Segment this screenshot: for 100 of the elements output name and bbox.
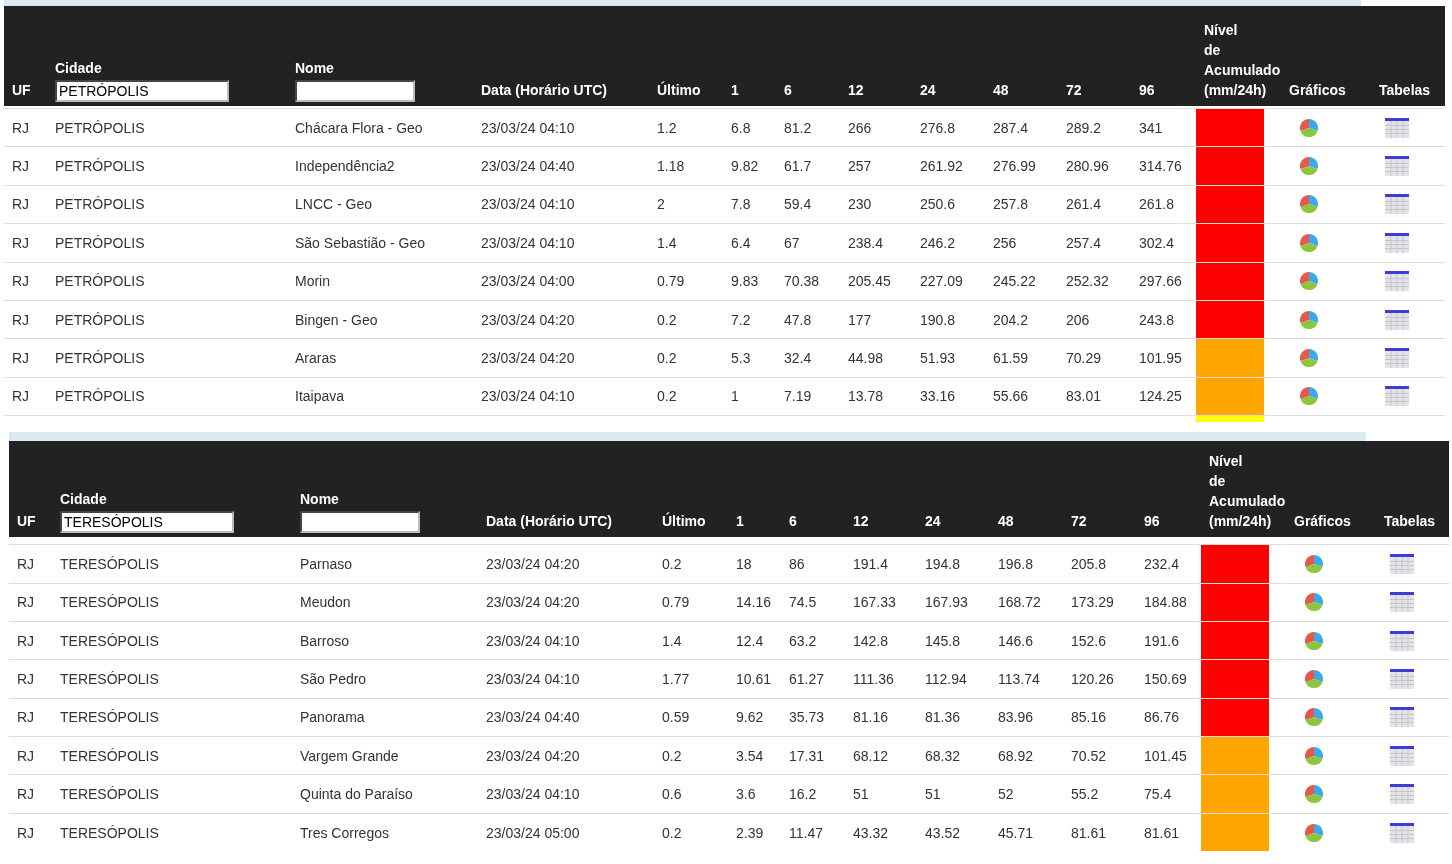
table-cell: 23/03/24 04:40 [486,709,580,726]
table-cell: 120.26 [1071,671,1114,687]
table-cell: 75.4 [1144,786,1172,803]
table-cell: 83.96 [998,709,1034,726]
table-cell: 124.25 [1139,388,1182,405]
table-cell: 257.8 [993,196,1029,213]
pie-chart-icon[interactable] [1299,156,1319,177]
table-icon[interactable] [1385,309,1409,330]
table-cell: RJ [12,196,30,213]
table-cell: 81.36 [925,709,961,726]
table-icon[interactable] [1385,194,1409,215]
table-cell: Tres Corregos [300,824,389,841]
table-icon[interactable] [1385,156,1409,177]
table-icon[interactable] [1385,386,1409,407]
pie-chart-icon[interactable] [1304,630,1324,651]
pie-chart-icon[interactable] [1304,822,1324,843]
table-cell: RJ [12,350,30,367]
filter-field[interactable] [300,511,420,534]
table-icon[interactable] [1390,669,1414,689]
table-cell: 257.4 [1066,234,1102,251]
pie-chart-icon[interactable] [1299,309,1319,330]
column-header: 72 [1071,512,1087,532]
table-cell: 113.74 [998,671,1040,687]
pie-chart-icon[interactable] [1299,271,1319,292]
table-cell: 45.71 [998,824,1034,841]
table-icon[interactable] [1390,630,1414,651]
table-cell: 246.2 [920,234,956,251]
table-cell: 167.33 [853,594,896,611]
table-cell: 1.4 [657,234,677,251]
table-cell: 59.4 [784,196,812,213]
pie-chart-icon[interactable] [1299,232,1319,253]
table-cell: 23/03/24 04:10 [481,196,575,213]
column-header: 24 [920,81,936,100]
table-icon[interactable] [1385,271,1409,292]
pie-chart-icon[interactable] [1299,348,1319,369]
table-icon[interactable] [1390,707,1414,728]
table-cell: 280.96 [1066,158,1109,175]
table-cell: 23/03/24 04:10 [481,119,575,136]
filter-field[interactable] [295,80,415,102]
table-cell: 23/03/24 04:20 [481,311,575,328]
table-icon[interactable] [1385,117,1409,138]
pie-chart-icon[interactable] [1304,669,1324,689]
table-icon[interactable] [1390,745,1414,766]
table-cell: PETRÓPOLIS [55,273,145,290]
table-cell: 23/03/24 04:40 [481,158,575,175]
table-cell: 43.32 [853,824,889,841]
pie-chart-icon[interactable] [1304,745,1324,766]
table-cell: 232.4 [1144,555,1180,572]
table-cell: Morin [295,273,330,290]
table-cell: 2.39 [736,824,764,841]
table-cell: PETRÓPOLIS [55,158,145,175]
table-cell: 150.69 [1144,671,1187,687]
pie-chart-icon[interactable] [1304,592,1324,613]
table-cell: 86 [789,555,805,572]
table-icon[interactable] [1390,822,1414,843]
table-cell: 12.4 [736,632,764,649]
table-cell: 7.19 [784,388,812,405]
pie-chart-icon[interactable] [1299,386,1319,407]
table-cell: PETRÓPOLIS [55,311,145,328]
pie-chart-icon[interactable] [1304,784,1324,805]
table-cell: 70.29 [1066,350,1102,367]
table-cell: 35.73 [789,709,825,726]
table-cell: 32.4 [784,350,812,367]
table-cell: 3.54 [736,747,764,764]
column-header: Data (Horário UTC) [486,512,612,532]
table-icon[interactable] [1390,784,1414,805]
column-header: 6 [789,512,797,532]
pie-chart-icon[interactable] [1304,553,1324,574]
table-cell: 101.45 [1144,747,1187,764]
column-header: 48 [998,512,1014,532]
table-cell: 7.2 [731,311,751,328]
table-cell: 2 [657,196,665,213]
pie-chart-icon[interactable] [1304,707,1324,728]
table-cell: 245.22 [993,273,1036,290]
table-cell: RJ [17,555,35,572]
table-icon[interactable] [1385,232,1409,253]
pie-chart-icon[interactable] [1299,194,1319,215]
table-cell: 51 [925,786,941,803]
column-header: Nome [300,490,339,510]
table-icon[interactable] [1390,592,1414,613]
table-cell: 61.27 [789,671,825,687]
table-cell: 256 [993,234,1017,251]
table-cell: 101.95 [1139,350,1182,367]
table-icon[interactable] [1390,553,1414,574]
table-cell: 111.36 [853,671,894,687]
pie-chart-icon[interactable] [1299,117,1319,138]
table-cell: 52 [998,786,1014,803]
table-cell: RJ [17,632,35,649]
filter-field[interactable]: TERESÓPOLIS [60,511,234,534]
filter-field[interactable]: PETRÓPOLIS [55,80,229,102]
table-cell: TERESÓPOLIS [60,594,159,611]
table-cell: 23/03/24 05:00 [486,824,580,841]
table-cell: 146.6 [998,632,1034,649]
table-cell: 257 [848,158,872,175]
table-icon[interactable] [1385,348,1409,369]
table-cell: 23/03/24 04:20 [486,747,580,764]
table-cell: Meudon [300,594,351,611]
column-header: Nome [295,59,334,78]
table-cell: 191.6 [1144,632,1180,649]
table-cell: PETRÓPOLIS [55,234,145,251]
